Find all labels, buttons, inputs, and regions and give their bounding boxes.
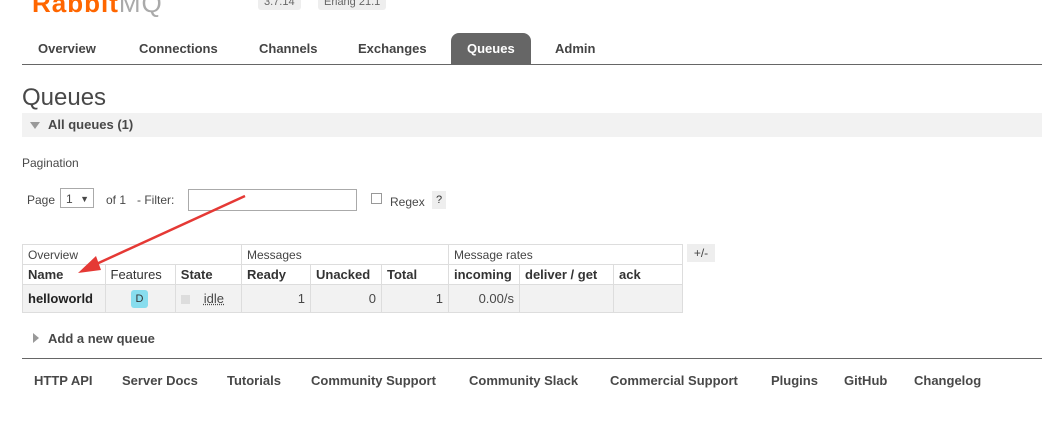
queue-name-link[interactable]: helloworld: [22, 284, 106, 313]
footer-links: HTTP API Server Docs Tutorials Community…: [22, 358, 1042, 399]
section-label: All queues (1): [48, 117, 134, 132]
erlang-badge: Erlang 21.1: [318, 0, 387, 10]
total-cell: 1: [381, 284, 449, 313]
footer-link-http-api[interactable]: HTTP API: [34, 373, 93, 388]
column-header-features: Features: [104, 264, 176, 285]
regex-label: Regex: [390, 195, 425, 209]
toggle-columns-button[interactable]: +/-: [687, 244, 715, 262]
version-badge: 3.7.14: [258, 0, 301, 10]
group-header-messages: Messages: [241, 244, 449, 265]
tab-connections[interactable]: Connections: [123, 33, 234, 64]
column-header-incoming[interactable]: incoming: [448, 264, 520, 285]
page-prefix: Page: [27, 193, 56, 207]
page-of-text: of 1: [106, 193, 127, 207]
group-header-rates: Message rates: [448, 244, 683, 265]
footer-link-github[interactable]: GitHub: [844, 373, 887, 388]
column-header-name[interactable]: Name: [22, 264, 106, 285]
filter-input[interactable]: [188, 189, 357, 211]
column-header-state[interactable]: State: [174, 264, 243, 285]
regex-help-button[interactable]: ?: [432, 191, 446, 209]
state-indicator-icon: [180, 295, 190, 305]
column-header-unacked[interactable]: Unacked: [310, 264, 382, 285]
ready-cell: 1: [241, 284, 311, 313]
pagination-label: Pagination: [22, 156, 79, 170]
page-select[interactable]: 1 ▼: [60, 188, 94, 208]
tab-overview[interactable]: Overview: [22, 33, 112, 64]
regex-checkbox[interactable]: [371, 193, 382, 204]
footer-link-tutorials[interactable]: Tutorials: [227, 373, 281, 388]
tab-exchanges[interactable]: Exchanges: [342, 33, 443, 64]
incoming-cell: 0.00/s: [448, 284, 520, 313]
column-header-ready[interactable]: Ready: [241, 264, 311, 285]
footer-link-plugins[interactable]: Plugins: [771, 373, 818, 388]
state-text: idle: [203, 291, 225, 306]
deliver-get-cell: [519, 284, 614, 313]
rabbitmq-logo: RabbitMQ: [32, 0, 163, 18]
footer-link-server-docs[interactable]: Server Docs: [122, 373, 198, 388]
ack-cell: [613, 284, 683, 313]
table-row: helloworld D idle 1 0 1 0.00/s: [22, 284, 683, 313]
chevron-down-icon: ▼: [80, 194, 89, 204]
tab-admin[interactable]: Admin: [539, 33, 611, 64]
column-header-deliver-get[interactable]: deliver / get: [519, 264, 614, 285]
filter-label: - Filter:: [137, 193, 175, 207]
group-header-overview: Overview: [22, 244, 242, 265]
durable-badge: D: [130, 289, 149, 308]
queues-table: Overview Messages Message rates Name Fea…: [22, 244, 683, 313]
collapse-triangle-icon: [30, 122, 40, 129]
expand-triangle-icon: [33, 333, 39, 343]
main-nav-tabs: Overview Connections Channels Exchanges …: [22, 33, 1042, 65]
tab-queues[interactable]: Queues: [451, 33, 531, 64]
column-header-total[interactable]: Total: [381, 264, 449, 285]
footer-link-commercial-support[interactable]: Commercial Support: [610, 373, 738, 388]
footer-link-community-support[interactable]: Community Support: [311, 373, 436, 388]
add-queue-label: Add a new queue: [48, 331, 155, 346]
unacked-cell: 0: [310, 284, 382, 313]
all-queues-section-header[interactable]: All queues (1): [22, 113, 1042, 137]
footer-link-community-slack[interactable]: Community Slack: [469, 373, 578, 388]
tab-channels[interactable]: Channels: [243, 33, 334, 64]
features-cell: D: [104, 284, 176, 313]
state-cell: idle: [174, 284, 243, 313]
footer-link-changelog[interactable]: Changelog: [914, 373, 981, 388]
column-header-ack[interactable]: ack: [613, 264, 683, 285]
page-title: Queues: [22, 84, 107, 111]
